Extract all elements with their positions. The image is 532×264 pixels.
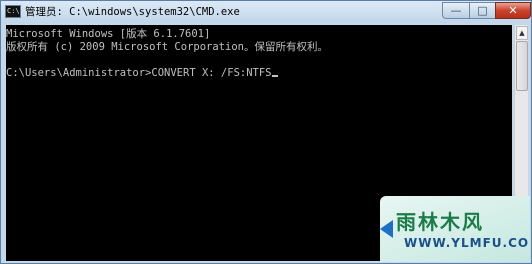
command-text: C:\Users\Administrator>CONVERT X: /FS:NT… [6,67,272,79]
title-bar[interactable]: C:\ 管理员: C:\windows\system32\CMD.exe — □… [1,1,531,23]
watermark-logo: 雨林木风 [396,210,484,234]
console-line-version: Microsoft Windows [版本 6.1.7601] [6,28,211,40]
text-cursor [271,75,278,77]
scroll-thumb[interactable] [516,41,528,91]
close-button[interactable]: ✕ [495,2,531,19]
arrow-icon [380,220,393,238]
watermark: 雨林木风 WWW.YLMFU.COM [380,196,530,262]
window-title: 管理员: C:\windows\system32\CMD.exe [25,6,240,18]
minimize-button[interactable]: — [442,2,470,19]
console-line-copyright: 版权所有 (c) 2009 Microsoft Corporation。保留所有… [6,41,328,53]
cmd-icon[interactable]: C:\ [5,5,21,18]
watermark-url: WWW.YLMFU.COM [404,236,530,250]
console-line-prompt[interactable]: C:\Users\Administrator>CONVERT X: /FS:NT… [6,66,278,80]
maximize-button[interactable]: □ [469,2,496,19]
scroll-up-arrow-icon[interactable]: ▲ [516,26,528,40]
